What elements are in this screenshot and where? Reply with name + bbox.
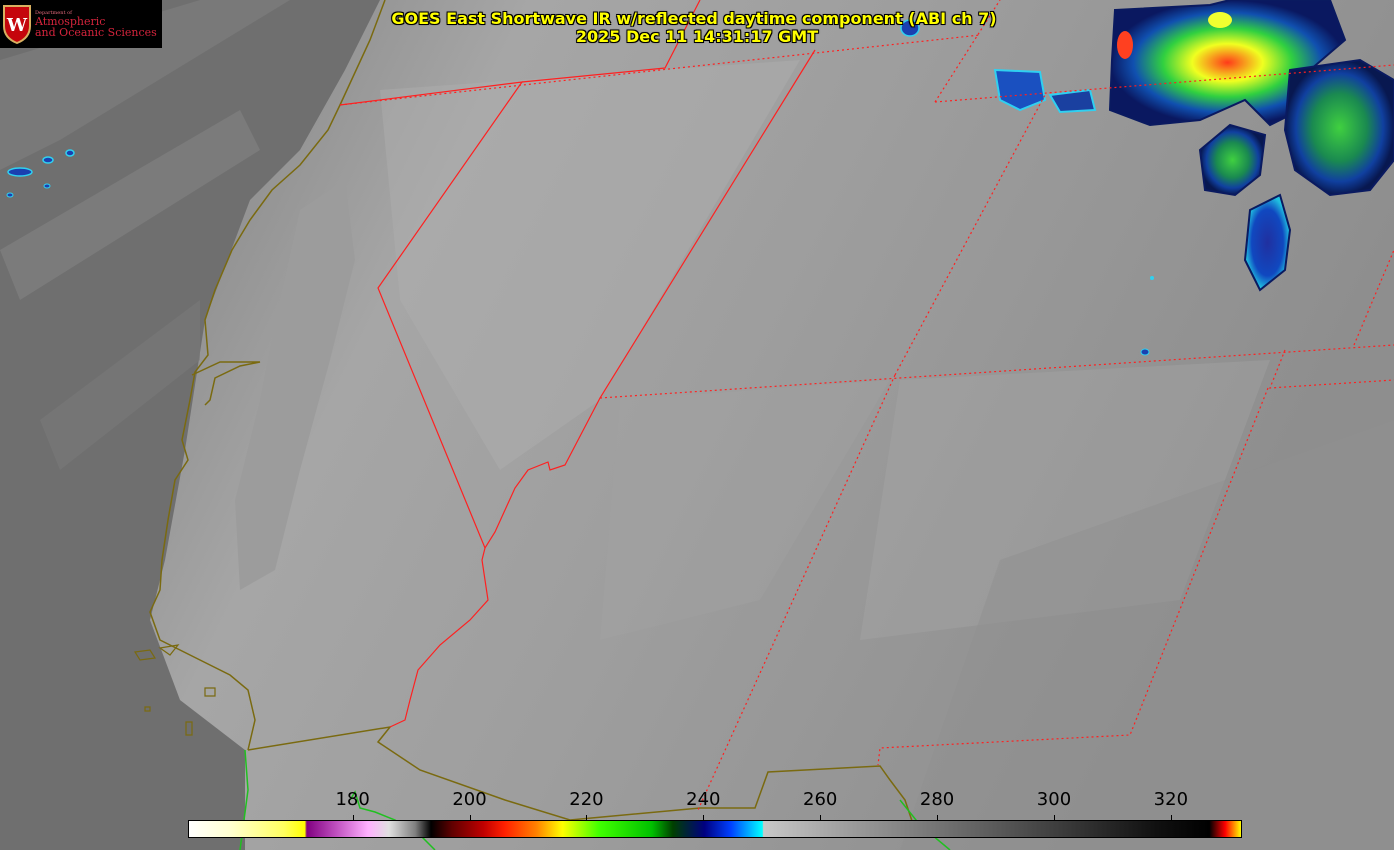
colorbar-tick-label: 280 bbox=[919, 789, 955, 810]
colorbar bbox=[188, 820, 1242, 838]
logo-line-2: and Oceanic Sciences bbox=[35, 26, 157, 39]
image-timestamp: 2025 Dec 11 14:31:17 GMT bbox=[575, 27, 819, 46]
satellite-map bbox=[0, 0, 1394, 850]
colorbar-tick-label: 200 bbox=[452, 789, 487, 810]
colorbar-tick-label: 320 bbox=[1153, 789, 1189, 810]
logo-text: Department of Atmospheric and Oceanic Sc… bbox=[35, 10, 157, 38]
image-title: GOES East Shortwave IR w/reflected dayti… bbox=[391, 9, 997, 28]
colorbar-tick-label: 220 bbox=[569, 789, 604, 810]
colorbar-tick-label: 240 bbox=[686, 789, 721, 810]
colorbar-tick-label: 260 bbox=[803, 789, 838, 810]
crest-letter: W bbox=[6, 15, 28, 36]
institution-logo: W Department of Atmospheric and Oceanic … bbox=[0, 0, 162, 48]
colorbar-tick-label: 180 bbox=[335, 789, 370, 810]
colorbar-gradient bbox=[188, 820, 1242, 838]
colorbar-tick-label: 300 bbox=[1036, 789, 1072, 810]
university-crest-icon: W bbox=[3, 5, 31, 44]
satellite-image-viewer: GOES East Shortwave IR w/reflected dayti… bbox=[0, 0, 1394, 850]
